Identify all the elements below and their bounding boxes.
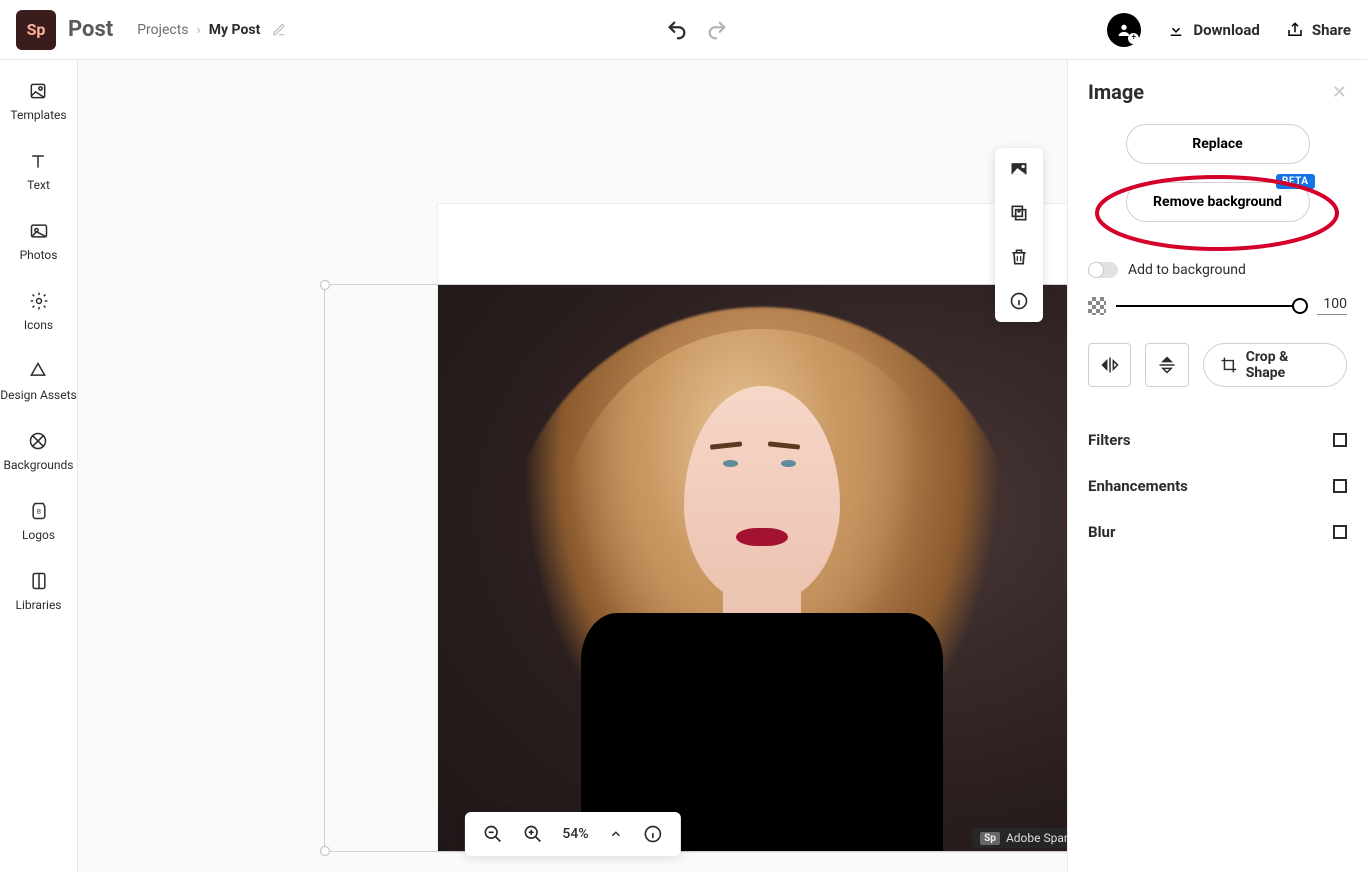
download-label: Download [1193,21,1260,39]
zoom-out-icon[interactable] [482,824,502,844]
replace-label: Replace [1192,136,1242,152]
undo-redo-group [666,19,728,41]
expand-icon [1333,479,1347,493]
duplicate-icon[interactable] [1008,202,1030,224]
text-icon [27,150,49,172]
rail-label: Design Assets [0,388,76,402]
backgrounds-icon [27,430,49,452]
shapes-icon [27,360,49,382]
info-icon[interactable] [643,824,663,844]
enhancements-label: Enhancements [1088,477,1188,495]
rail-label: Icons [24,318,53,332]
expand-icon [1333,525,1347,539]
rail-label: Templates [10,108,66,122]
left-rail: Templates Text Photos Icons Design Asset… [0,60,78,872]
rail-label: Libraries [15,598,61,612]
redo-icon[interactable] [706,19,728,41]
zoom-bar: 54% [464,812,680,856]
selection-box[interactable] [324,284,1067,852]
breadcrumb-root[interactable]: Projects [137,22,188,38]
app-logo-text: Sp [27,20,46,39]
top-bar: Sp Post Projects › My Post + Download Sh… [0,0,1367,60]
crop-shape-label: Crop & Shape [1246,349,1330,381]
rail-libraries[interactable]: Libraries [15,570,61,612]
add-to-bg-label: Add to background [1128,262,1246,278]
download-button[interactable]: Download [1167,21,1260,39]
app-logo[interactable]: Sp [16,10,56,50]
filters-label: Filters [1088,431,1131,449]
rail-photos[interactable]: Photos [20,220,58,262]
share-button[interactable]: Share [1286,21,1351,39]
undo-icon[interactable] [666,19,688,41]
expand-icon [1333,433,1347,447]
accordion-filters[interactable]: Filters [1088,417,1347,463]
logos-icon: B [28,500,50,522]
gear-icon [28,290,50,312]
floating-toolbar [995,148,1043,322]
rail-label: Logos [22,528,55,542]
remove-background-button[interactable]: Remove background BETA [1126,182,1310,222]
crop-shape-button[interactable]: Crop & Shape [1203,343,1347,387]
pencil-icon[interactable] [272,23,286,37]
close-icon[interactable]: ✕ [1332,82,1347,103]
templates-icon [27,80,49,102]
rail-templates[interactable]: Templates [10,80,66,122]
rail-backgrounds[interactable]: Backgrounds [4,430,74,472]
beta-badge: BETA [1276,174,1315,189]
invite-button[interactable]: + [1107,13,1141,47]
slider-handle[interactable] [1292,298,1308,314]
properties-panel: Image ✕ Replace Remove background BETA A… [1067,60,1367,872]
accordion-enhancements[interactable]: Enhancements [1088,463,1347,509]
opacity-icon [1088,297,1106,315]
svg-text:B: B [36,508,40,516]
rail-label: Photos [20,248,58,262]
chevron-right-icon: › [197,22,201,38]
top-right-actions: + Download Share [1107,13,1351,47]
remove-bg-label: Remove background [1153,194,1282,210]
replace-button[interactable]: Replace [1126,124,1310,164]
breadcrumb-current[interactable]: My Post [209,22,261,38]
product-name: Post [68,17,113,42]
rail-design-assets[interactable]: Design Assets [0,360,76,402]
breadcrumb: Projects › My Post [137,22,286,38]
add-to-background-toggle[interactable] [1088,262,1118,278]
opacity-slider[interactable] [1116,305,1307,307]
trash-icon[interactable] [1008,246,1030,268]
zoom-value[interactable]: 54% [562,826,588,842]
canvas-area[interactable]: Sp Adobe Spark 54% [78,60,1067,872]
flip-vertical-button[interactable] [1145,343,1188,387]
blur-label: Blur [1088,523,1115,541]
libraries-icon [28,570,50,592]
flip-horizontal-button[interactable] [1088,343,1131,387]
rail-text[interactable]: Text [27,150,50,192]
plus-icon: + [1128,33,1139,44]
panel-title: Image [1088,80,1144,104]
rail-label: Backgrounds [4,458,74,472]
share-label: Share [1312,21,1351,39]
info-icon[interactable] [1008,290,1030,312]
opacity-value[interactable]: 100 [1317,296,1347,315]
chevron-up-icon[interactable] [609,827,623,841]
rail-label: Text [27,178,50,192]
image-tool-icon[interactable] [1008,158,1030,180]
photos-icon [28,220,50,242]
rail-icons[interactable]: Icons [24,290,53,332]
resize-handle-sw[interactable] [320,846,330,856]
rail-logos[interactable]: B Logos [22,500,55,542]
zoom-in-icon[interactable] [522,824,542,844]
accordion-blur[interactable]: Blur [1088,509,1347,555]
resize-handle-nw[interactable] [320,280,330,290]
